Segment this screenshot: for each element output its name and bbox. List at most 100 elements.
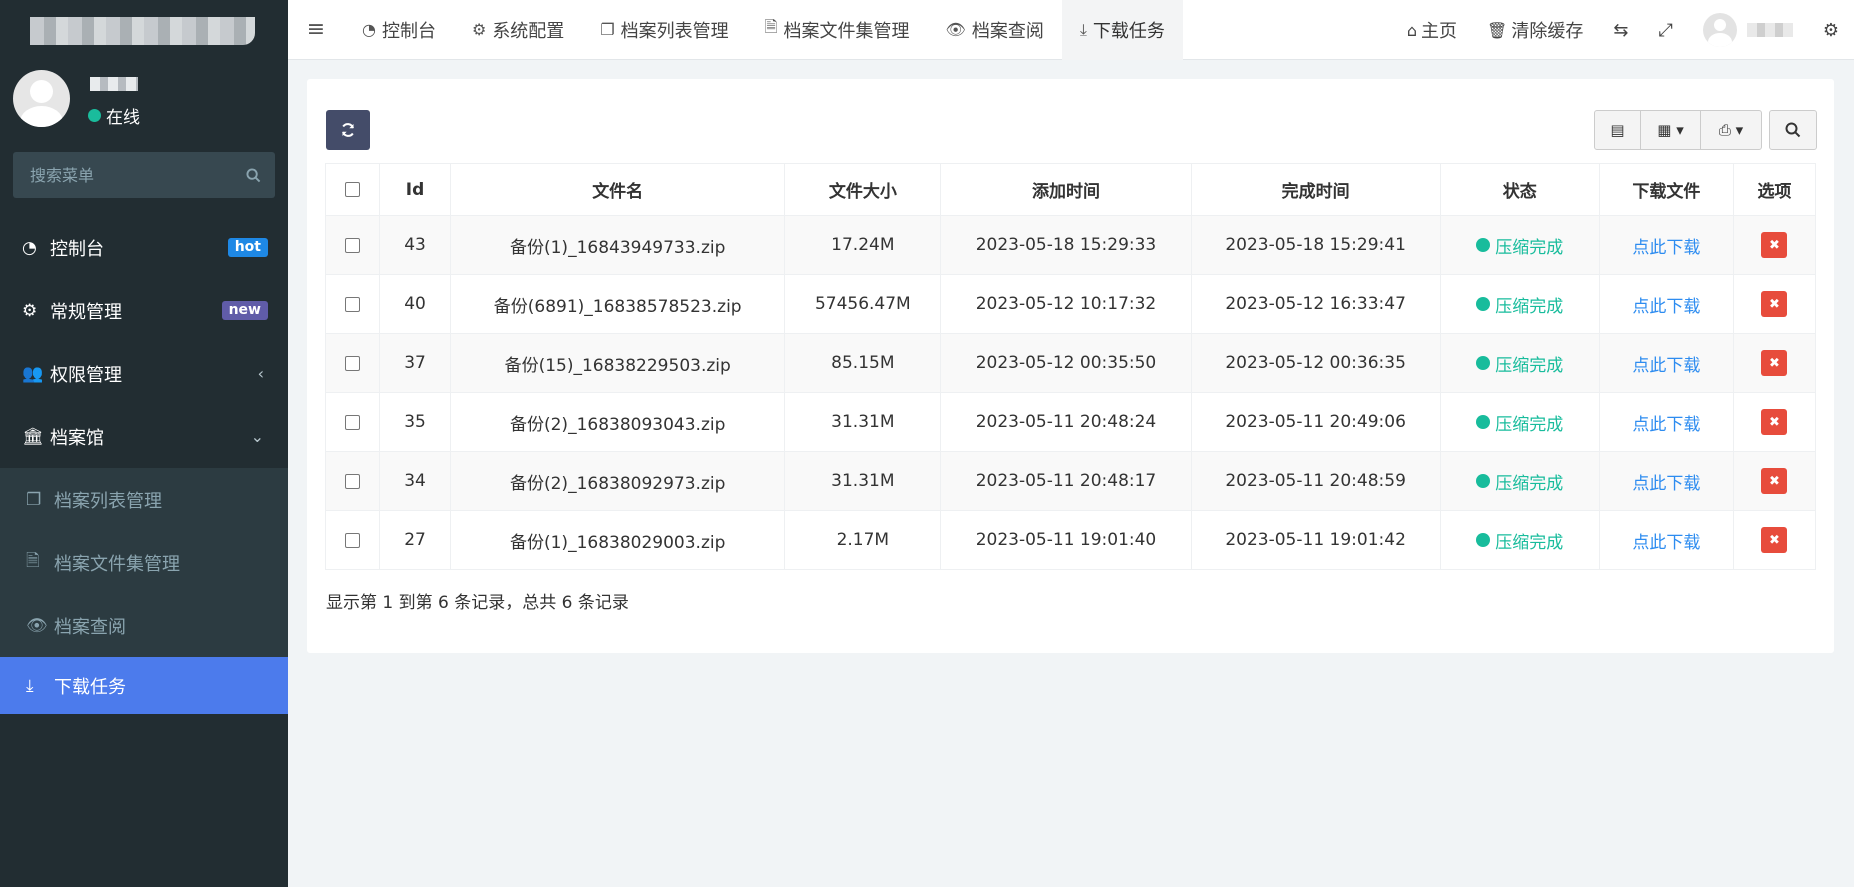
- export-dropdown-button[interactable]: ⎙ ▾: [1701, 111, 1761, 149]
- menu-toggle-icon[interactable]: ≡: [288, 17, 344, 42]
- download-link[interactable]: 点此下载: [1632, 474, 1700, 494]
- tab-label: 档案文件集管理: [783, 20, 910, 42]
- column-header[interactable]: 状态: [1439, 163, 1600, 216]
- delete-button[interactable]: ✖: [1761, 350, 1788, 376]
- table-row[interactable]: 37 备份(15)_16838229503.zip 85.15M 2023-05…: [324, 333, 1817, 393]
- row-checkbox[interactable]: [345, 296, 361, 312]
- sidebar-item-download-tasks[interactable]: ⤓ 下载任务: [0, 657, 288, 714]
- column-header[interactable]: 文件大小: [784, 163, 942, 216]
- delete-button[interactable]: ✖: [1761, 409, 1788, 435]
- list-icon: ▤: [1610, 121, 1625, 139]
- sidebar-item-archive[interactable]: 🏛 档案馆 ⌄: [0, 405, 288, 468]
- column-header[interactable]: 完成时间: [1190, 163, 1441, 216]
- sidebar-item-general[interactable]: ⚙ 常规管理 new: [0, 279, 288, 342]
- download-link[interactable]: 点此下载: [1632, 238, 1700, 258]
- tab-archive-list[interactable]: ❐ 档案列表管理: [582, 0, 746, 60]
- filename-cell: 备份(1)_16843949733.zip: [450, 215, 786, 275]
- file-archive-icon: 🗎: [764, 17, 778, 36]
- done-time-cell: 2023-05-18 15:29:41: [1190, 215, 1441, 275]
- columns-dropdown-button[interactable]: ▦ ▾: [1641, 111, 1701, 149]
- download-link[interactable]: 点此下载: [1632, 415, 1700, 435]
- row-select-cell: [324, 215, 381, 275]
- toggle-card-view-button[interactable]: ▤: [1595, 111, 1641, 149]
- sidebar-item-label: 档案馆: [50, 427, 104, 449]
- search-icon[interactable]: [246, 167, 261, 183]
- eye-icon: 👁: [26, 615, 48, 636]
- filename-cell: 备份(2)_16838092973.zip: [450, 451, 786, 511]
- delete-button[interactable]: ✖: [1761, 232, 1788, 258]
- select-all-checkbox[interactable]: [345, 182, 361, 197]
- status-text: 压缩完成: [1495, 414, 1564, 435]
- row-checkbox[interactable]: [345, 414, 361, 430]
- brand-logo[interactable]: [0, 0, 288, 60]
- chevron-down-icon: ⌄: [250, 427, 264, 446]
- delete-button[interactable]: ✖: [1761, 291, 1788, 317]
- download-link[interactable]: 点此下载: [1632, 356, 1700, 376]
- language-icon[interactable]: ⇆: [1598, 20, 1643, 41]
- close-icon: ✖: [1768, 237, 1780, 253]
- sidebar-item-archive-fileset[interactable]: 🗎 档案文件集管理: [0, 531, 288, 594]
- clear-cache-button[interactable]: 🗑 清除缓存: [1472, 17, 1598, 43]
- column-header[interactable]: 选项: [1732, 163, 1817, 216]
- status-badge: 压缩完成: [1476, 528, 1563, 553]
- table-row[interactable]: 34 备份(2)_16838092973.zip 31.31M 2023-05-…: [324, 451, 1817, 511]
- tab-archive-view[interactable]: 👁 档案查阅: [928, 0, 1062, 60]
- row-checkbox[interactable]: [345, 473, 361, 489]
- download-link[interactable]: 点此下载: [1632, 533, 1700, 553]
- tab-download-tasks[interactable]: ⤓ 下载任务: [1061, 0, 1183, 60]
- download-link[interactable]: 点此下载: [1632, 297, 1700, 317]
- user-menu[interactable]: [1688, 13, 1808, 47]
- table-row[interactable]: 43 备份(1)_16843949733.zip 17.24M 2023-05-…: [324, 215, 1817, 275]
- column-header[interactable]: 下载文件: [1598, 163, 1734, 216]
- download-cell: 点此下载: [1598, 510, 1734, 570]
- sidebar-item-permissions[interactable]: 👥 权限管理 ‹: [0, 342, 288, 405]
- row-checkbox[interactable]: [345, 355, 361, 371]
- added-time-cell: 2023-05-11 19:01:40: [940, 510, 1192, 570]
- added-time-cell: 2023-05-12 10:17:32: [940, 274, 1192, 334]
- column-header[interactable]: Id: [379, 163, 452, 216]
- avatar: [1702, 13, 1737, 47]
- clear-cache-label: 清除缓存: [1511, 21, 1584, 42]
- filesize-cell: 17.24M: [784, 215, 942, 275]
- id-cell: 34: [379, 451, 452, 511]
- blurred-username: [90, 77, 138, 91]
- tab-archive-fileset[interactable]: 🗎 档案文件集管理: [747, 0, 928, 60]
- files-icon: ❐: [600, 20, 615, 39]
- sidebar-item-dashboard[interactable]: ◔ 控制台 hot: [0, 216, 288, 279]
- search-button[interactable]: [1769, 110, 1817, 150]
- table-row[interactable]: 27 备份(1)_16838029003.zip 2.17M 2023-05-1…: [324, 510, 1817, 570]
- home-link[interactable]: ⌂ 主页: [1392, 17, 1472, 43]
- tab-system-config[interactable]: ⚙ 系统配置: [454, 0, 582, 60]
- done-time-cell: 2023-05-11 20:49:06: [1190, 392, 1441, 452]
- column-header[interactable]: 添加时间: [940, 163, 1192, 216]
- sidebar-item-archive-list[interactable]: ❐ 档案列表管理: [0, 468, 288, 531]
- gear-icon: ⚙: [471, 20, 487, 39]
- table-header-row: Id 文件名 文件大小 添加时间 完成时间 状态 下载文件 选项: [324, 163, 1817, 216]
- table-row[interactable]: 40 备份(6891)_16838578523.zip 57456.47M 20…: [324, 274, 1817, 334]
- added-time-cell: 2023-05-11 20:48:17: [940, 451, 1192, 511]
- status-text: 压缩完成: [1495, 237, 1564, 258]
- status-cell: 压缩完成: [1439, 274, 1600, 334]
- row-checkbox[interactable]: [345, 237, 361, 253]
- row-checkbox[interactable]: [345, 532, 361, 548]
- table-toolbar: ▤ ▦ ▾ ⎙ ▾: [1594, 110, 1762, 150]
- tab-label: 下载任务: [1092, 20, 1165, 42]
- settings-gears-icon[interactable]: ⚙: [1808, 20, 1854, 41]
- tab-dashboard[interactable]: ◔ 控制台: [344, 0, 454, 60]
- sidebar-item-label: 控制台: [50, 238, 104, 260]
- delete-button[interactable]: ✖: [1761, 468, 1788, 494]
- column-header[interactable]: 文件名: [450, 163, 786, 216]
- delete-button[interactable]: ✖: [1761, 527, 1788, 553]
- search-menu-input[interactable]: [30, 165, 246, 185]
- options-cell: ✖: [1732, 215, 1817, 275]
- home-label: 主页: [1421, 21, 1458, 42]
- refresh-button[interactable]: [326, 110, 370, 150]
- filename-cell: 备份(2)_16838093043.zip: [450, 392, 786, 452]
- sidebar-item-archive-view[interactable]: 👁 档案查阅: [0, 594, 288, 657]
- status-text: 压缩完成: [1495, 296, 1564, 317]
- fullscreen-icon[interactable]: ⤢: [1643, 20, 1687, 41]
- tab-label: 系统配置: [492, 20, 565, 42]
- file-archive-icon: 🗎: [26, 551, 40, 571]
- table-row[interactable]: 35 备份(2)_16838093043.zip 31.31M 2023-05-…: [324, 392, 1817, 452]
- status-cell: 压缩完成: [1439, 451, 1600, 511]
